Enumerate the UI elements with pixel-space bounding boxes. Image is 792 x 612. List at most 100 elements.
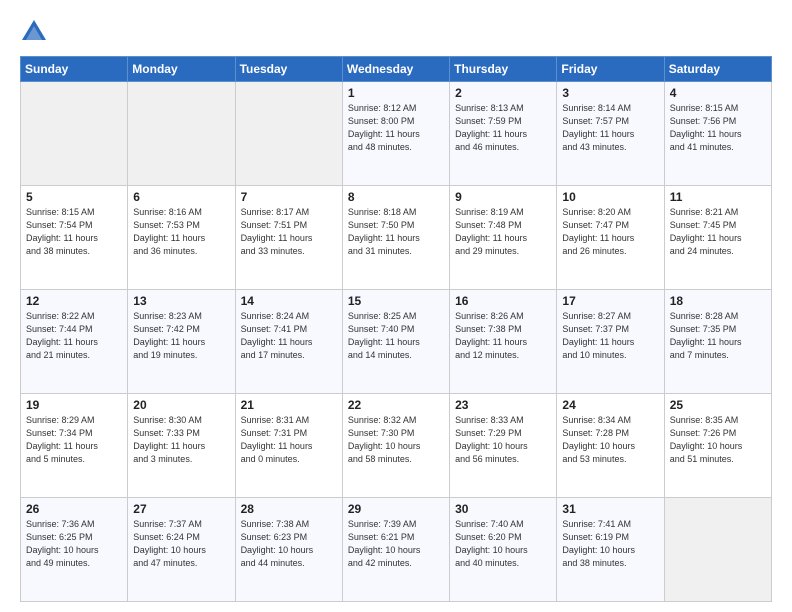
week-row-1: 5 Sunrise: 8:15 AM Sunset: 7:54 PM Daylig… [21, 186, 772, 290]
day-number: 18 [670, 294, 766, 308]
day-info: Sunrise: 8:18 AM Sunset: 7:50 PM Dayligh… [348, 206, 444, 258]
day-number: 8 [348, 190, 444, 204]
day-number: 20 [133, 398, 229, 412]
empty-cell [235, 82, 342, 186]
day-number: 5 [26, 190, 122, 204]
day-info: Sunrise: 8:31 AM Sunset: 7:31 PM Dayligh… [241, 414, 337, 466]
day-number: 21 [241, 398, 337, 412]
day-info: Sunrise: 7:41 AM Sunset: 6:19 PM Dayligh… [562, 518, 658, 570]
day-cell-16: 16 Sunrise: 8:26 AM Sunset: 7:38 PM Dayli… [450, 290, 557, 394]
day-info: Sunrise: 8:35 AM Sunset: 7:26 PM Dayligh… [670, 414, 766, 466]
week-row-0: 1 Sunrise: 8:12 AM Sunset: 8:00 PM Daylig… [21, 82, 772, 186]
day-number: 16 [455, 294, 551, 308]
day-number: 22 [348, 398, 444, 412]
day-cell-22: 22 Sunrise: 8:32 AM Sunset: 7:30 PM Dayli… [342, 394, 449, 498]
day-number: 23 [455, 398, 551, 412]
day-cell-11: 11 Sunrise: 8:21 AM Sunset: 7:45 PM Dayli… [664, 186, 771, 290]
day-info: Sunrise: 8:15 AM Sunset: 7:54 PM Dayligh… [26, 206, 122, 258]
day-info: Sunrise: 8:14 AM Sunset: 7:57 PM Dayligh… [562, 102, 658, 154]
day-cell-13: 13 Sunrise: 8:23 AM Sunset: 7:42 PM Dayli… [128, 290, 235, 394]
day-cell-8: 8 Sunrise: 8:18 AM Sunset: 7:50 PM Daylig… [342, 186, 449, 290]
day-cell-23: 23 Sunrise: 8:33 AM Sunset: 7:29 PM Dayli… [450, 394, 557, 498]
day-cell-2: 2 Sunrise: 8:13 AM Sunset: 7:59 PM Daylig… [450, 82, 557, 186]
week-row-4: 26 Sunrise: 7:36 AM Sunset: 6:25 PM Dayli… [21, 498, 772, 602]
day-info: Sunrise: 8:26 AM Sunset: 7:38 PM Dayligh… [455, 310, 551, 362]
day-cell-9: 9 Sunrise: 8:19 AM Sunset: 7:48 PM Daylig… [450, 186, 557, 290]
day-number: 17 [562, 294, 658, 308]
day-cell-29: 29Sunrise: 7:39 AM Sunset: 6:21 PM Dayli… [342, 498, 449, 602]
day-number: 10 [562, 190, 658, 204]
weekday-tuesday: Tuesday [235, 57, 342, 82]
logo-icon [20, 18, 48, 46]
day-info: Sunrise: 8:22 AM Sunset: 7:44 PM Dayligh… [26, 310, 122, 362]
logo [20, 18, 52, 46]
weekday-friday: Friday [557, 57, 664, 82]
day-cell-30: 30Sunrise: 7:40 AM Sunset: 6:20 PM Dayli… [450, 498, 557, 602]
day-cell-20: 20 Sunrise: 8:30 AM Sunset: 7:33 PM Dayli… [128, 394, 235, 498]
day-number: 26 [26, 502, 122, 516]
day-number: 9 [455, 190, 551, 204]
day-cell-19: 19Sunrise: 8:29 AM Sunset: 7:34 PM Dayli… [21, 394, 128, 498]
day-cell-15: 15Sunrise: 8:25 AM Sunset: 7:40 PM Dayli… [342, 290, 449, 394]
day-info: Sunrise: 8:19 AM Sunset: 7:48 PM Dayligh… [455, 206, 551, 258]
week-row-2: 12 Sunrise: 8:22 AM Sunset: 7:44 PM Dayli… [21, 290, 772, 394]
day-number: 4 [670, 86, 766, 100]
day-cell-5: 5 Sunrise: 8:15 AM Sunset: 7:54 PM Daylig… [21, 186, 128, 290]
weekday-sunday: Sunday [21, 57, 128, 82]
day-cell-25: 25Sunrise: 8:35 AM Sunset: 7:26 PM Dayli… [664, 394, 771, 498]
day-info: Sunrise: 7:36 AM Sunset: 6:25 PM Dayligh… [26, 518, 122, 570]
empty-cell [21, 82, 128, 186]
day-cell-27: 27Sunrise: 7:37 AM Sunset: 6:24 PM Dayli… [128, 498, 235, 602]
day-info: Sunrise: 7:39 AM Sunset: 6:21 PM Dayligh… [348, 518, 444, 570]
day-number: 11 [670, 190, 766, 204]
day-number: 12 [26, 294, 122, 308]
week-row-3: 19Sunrise: 8:29 AM Sunset: 7:34 PM Dayli… [21, 394, 772, 498]
day-number: 6 [133, 190, 229, 204]
day-number: 28 [241, 502, 337, 516]
day-cell-10: 10 Sunrise: 8:20 AM Sunset: 7:47 PM Dayli… [557, 186, 664, 290]
header [20, 18, 772, 46]
day-number: 3 [562, 86, 658, 100]
day-cell-24: 24Sunrise: 8:34 AM Sunset: 7:28 PM Dayli… [557, 394, 664, 498]
day-info: Sunrise: 8:28 AM Sunset: 7:35 PM Dayligh… [670, 310, 766, 362]
day-cell-1: 1 Sunrise: 8:12 AM Sunset: 8:00 PM Daylig… [342, 82, 449, 186]
day-number: 15 [348, 294, 444, 308]
day-info: Sunrise: 8:15 AM Sunset: 7:56 PM Dayligh… [670, 102, 766, 154]
page: SundayMondayTuesdayWednesdayThursdayFrid… [0, 0, 792, 612]
day-cell-28: 28 Sunrise: 7:38 AM Sunset: 6:23 PM Dayli… [235, 498, 342, 602]
day-info: Sunrise: 8:30 AM Sunset: 7:33 PM Dayligh… [133, 414, 229, 466]
day-info: Sunrise: 8:20 AM Sunset: 7:47 PM Dayligh… [562, 206, 658, 258]
day-number: 2 [455, 86, 551, 100]
weekday-saturday: Saturday [664, 57, 771, 82]
day-number: 13 [133, 294, 229, 308]
empty-cell [664, 498, 771, 602]
day-info: Sunrise: 8:13 AM Sunset: 7:59 PM Dayligh… [455, 102, 551, 154]
day-cell-26: 26 Sunrise: 7:36 AM Sunset: 6:25 PM Dayli… [21, 498, 128, 602]
day-info: Sunrise: 8:16 AM Sunset: 7:53 PM Dayligh… [133, 206, 229, 258]
day-info: Sunrise: 8:32 AM Sunset: 7:30 PM Dayligh… [348, 414, 444, 466]
weekday-thursday: Thursday [450, 57, 557, 82]
day-number: 14 [241, 294, 337, 308]
day-info: Sunrise: 7:38 AM Sunset: 6:23 PM Dayligh… [241, 518, 337, 570]
empty-cell [128, 82, 235, 186]
day-cell-12: 12 Sunrise: 8:22 AM Sunset: 7:44 PM Dayli… [21, 290, 128, 394]
day-number: 31 [562, 502, 658, 516]
day-info: Sunrise: 8:17 AM Sunset: 7:51 PM Dayligh… [241, 206, 337, 258]
day-cell-21: 21 Sunrise: 8:31 AM Sunset: 7:31 PM Dayli… [235, 394, 342, 498]
day-info: Sunrise: 8:21 AM Sunset: 7:45 PM Dayligh… [670, 206, 766, 258]
calendar-table: SundayMondayTuesdayWednesdayThursdayFrid… [20, 56, 772, 602]
weekday-monday: Monday [128, 57, 235, 82]
day-number: 1 [348, 86, 444, 100]
day-info: Sunrise: 8:12 AM Sunset: 8:00 PM Dayligh… [348, 102, 444, 154]
day-info: Sunrise: 8:29 AM Sunset: 7:34 PM Dayligh… [26, 414, 122, 466]
day-number: 7 [241, 190, 337, 204]
day-cell-18: 18 Sunrise: 8:28 AM Sunset: 7:35 PM Dayli… [664, 290, 771, 394]
day-cell-7: 7 Sunrise: 8:17 AM Sunset: 7:51 PM Daylig… [235, 186, 342, 290]
weekday-wednesday: Wednesday [342, 57, 449, 82]
day-info: Sunrise: 7:40 AM Sunset: 6:20 PM Dayligh… [455, 518, 551, 570]
day-info: Sunrise: 8:33 AM Sunset: 7:29 PM Dayligh… [455, 414, 551, 466]
day-cell-17: 17Sunrise: 8:27 AM Sunset: 7:37 PM Dayli… [557, 290, 664, 394]
day-number: 27 [133, 502, 229, 516]
day-info: Sunrise: 8:23 AM Sunset: 7:42 PM Dayligh… [133, 310, 229, 362]
day-info: Sunrise: 8:34 AM Sunset: 7:28 PM Dayligh… [562, 414, 658, 466]
